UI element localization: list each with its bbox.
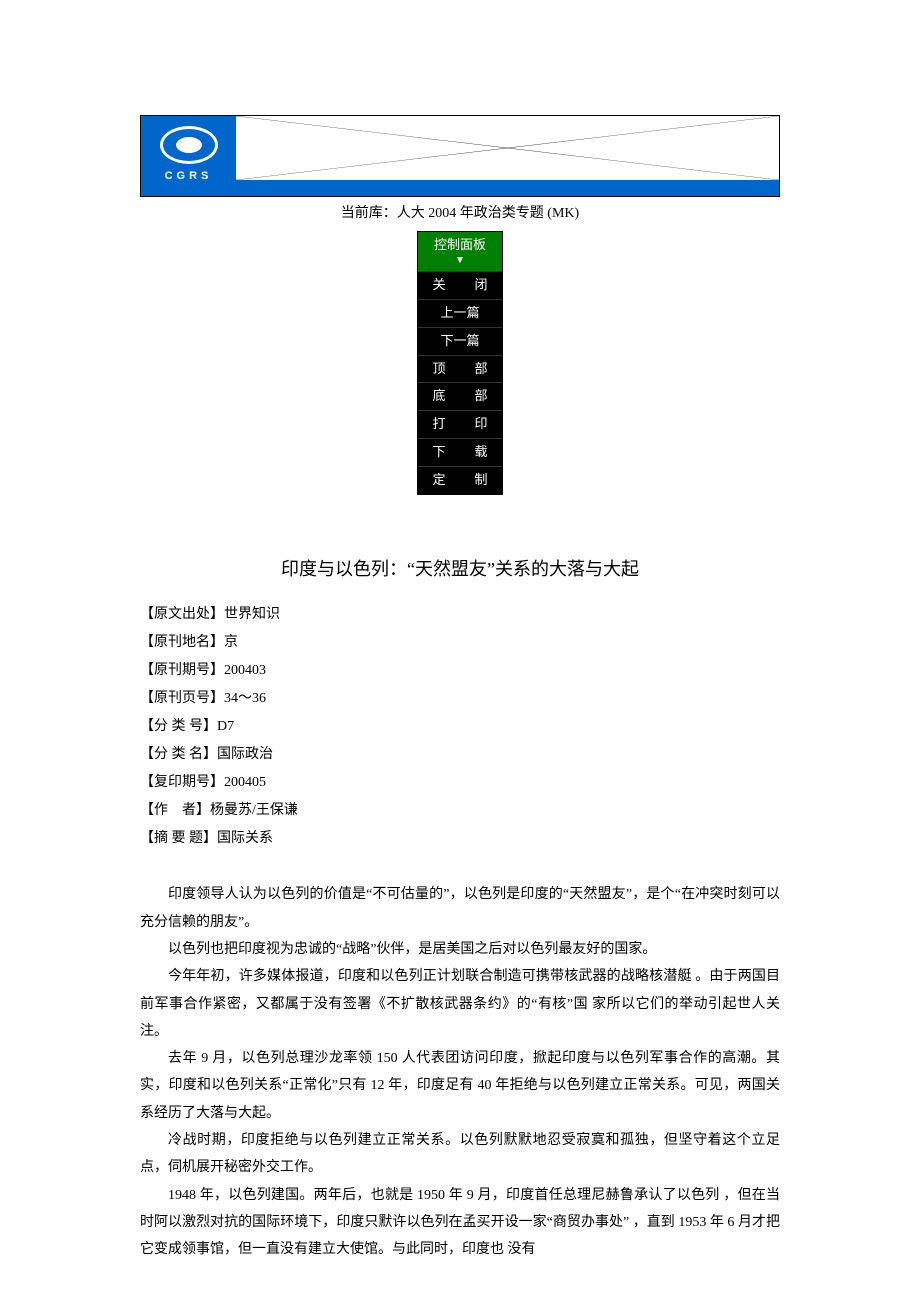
article-title: 印度与以色列：“天然盟友”关系的大落与大起: [140, 555, 780, 584]
control-customize[interactable]: 定 制: [418, 466, 502, 494]
control-panel-title: 控制面板: [418, 235, 502, 256]
body-paragraph: 印度领导人认为以色列的价值是“不可估量的”，以色列是印度的“天然盟友”，是个“在…: [140, 881, 780, 936]
banner-placeholder: [236, 116, 779, 196]
meta-row: 【作 者】杨曼苏/王保谦: [140, 797, 780, 825]
meta-value: 京: [224, 635, 238, 650]
meta-label: 【原刊期号】: [140, 663, 224, 678]
meta-label: 【原文出处】: [140, 607, 224, 622]
article: 印度与以色列：“天然盟友”关系的大落与大起 【原文出处】世界知识【原刊地名】京【…: [140, 555, 780, 1264]
meta-label: 【分 类 号】: [140, 719, 217, 734]
chevron-down-icon: ▼: [418, 256, 502, 269]
meta-value: D7: [217, 719, 234, 734]
meta-row: 【摘 要 题】国际关系: [140, 825, 780, 853]
control-next-article[interactable]: 下一篇: [418, 327, 502, 355]
body-paragraph: 去年 9 月，以色列总理沙龙率领 150 人代表团访问印度，掀起印度与以色列军事…: [140, 1045, 780, 1127]
meta-label: 【原刊页号】: [140, 691, 224, 706]
meta-value: 200405: [224, 775, 266, 790]
meta-value: 杨曼苏/王保谦: [210, 803, 298, 818]
control-prev-article[interactable]: 上一篇: [418, 299, 502, 327]
current-database-label: 当前库：人大 2004 年政治类专题 (MK): [140, 203, 780, 225]
meta-row: 【原刊期号】200403: [140, 657, 780, 685]
control-go-bottom[interactable]: 底 部: [418, 382, 502, 410]
meta-value: 国际政治: [217, 747, 273, 762]
control-panel: 控制面板 ▼ 关 闭上一篇下一篇顶 部底 部打 印下 载定 制: [417, 231, 503, 494]
meta-value: 国际关系: [217, 831, 273, 846]
control-go-top[interactable]: 顶 部: [418, 355, 502, 383]
article-meta: 【原文出处】世界知识【原刊地名】京【原刊期号】200403【原刊页号】34～36…: [140, 601, 780, 853]
meta-value: 200403: [224, 663, 266, 678]
meta-label: 【原刊地名】: [140, 635, 224, 650]
body-paragraph: 今年年初，许多媒体报道，印度和以色列正计划联合制造可携带核武器的战略核潜艇 。由…: [140, 963, 780, 1045]
logo-text-en: CGRS: [165, 168, 213, 186]
body-paragraph: 冷战时期，印度拒绝与以色列建立正常关系。以色列默默地忍受寂寞和孤独，但坚守着这个…: [140, 1127, 780, 1182]
control-panel-header: 控制面板 ▼: [418, 232, 502, 271]
logo-eye-icon: 天宇: [160, 126, 218, 164]
control-download[interactable]: 下 载: [418, 438, 502, 466]
article-body: 印度领导人认为以色列的价值是“不可估量的”，以色列是印度的“天然盟友”，是个“在…: [140, 881, 780, 1263]
header-bar: 天宇 CGRS: [140, 115, 780, 197]
body-paragraph: 1948 年，以色列建国。两年后，也就是 1950 年 9 月，印度首任总理尼赫…: [140, 1182, 780, 1264]
meta-row: 【原刊页号】34～36: [140, 685, 780, 713]
meta-label: 【摘 要 题】: [140, 831, 217, 846]
meta-label: 【复印期号】: [140, 775, 224, 790]
meta-row: 【原刊地名】京: [140, 629, 780, 657]
meta-value: 34～36: [224, 691, 266, 706]
meta-row: 【分 类 号】D7: [140, 713, 780, 741]
meta-row: 【复印期号】200405: [140, 769, 780, 797]
meta-row: 【原文出处】世界知识: [140, 601, 780, 629]
meta-row: 【分 类 名】国际政治: [140, 741, 780, 769]
meta-label: 【分 类 名】: [140, 747, 217, 762]
meta-value: 世界知识: [224, 607, 280, 622]
control-print[interactable]: 打 印: [418, 410, 502, 438]
control-close[interactable]: 关 闭: [418, 271, 502, 299]
logo: 天宇 CGRS: [141, 116, 236, 196]
meta-label: 【作 者】: [140, 803, 210, 818]
body-paragraph: 以色列也把印度视为忠诚的“战略”伙伴，是居美国之后对以色列最友好的国家。: [140, 936, 780, 963]
